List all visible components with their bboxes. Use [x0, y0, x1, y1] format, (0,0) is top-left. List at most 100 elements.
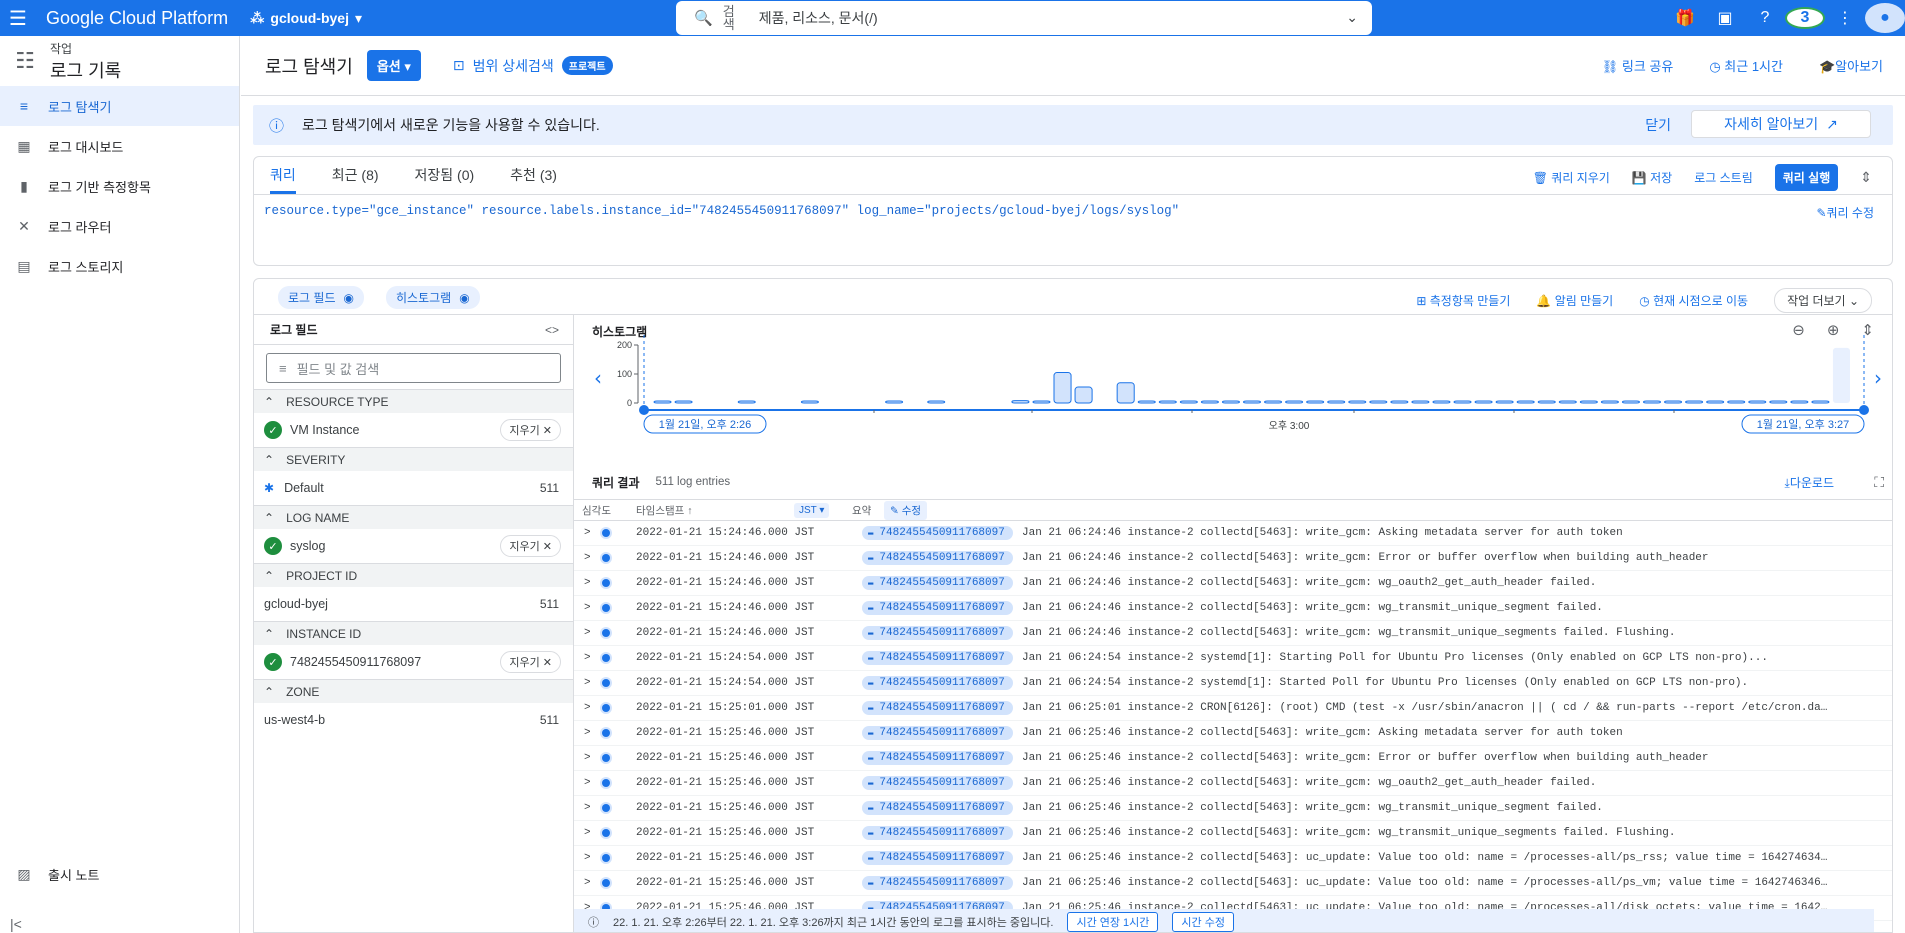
- histogram-bar[interactable]: [1600, 400, 1619, 404]
- range-end-handle[interactable]: [1859, 405, 1869, 415]
- histogram-bar[interactable]: [1285, 400, 1304, 404]
- more-actions-button[interactable]: 작업 더보기 ⌄: [1774, 288, 1872, 313]
- log-fields-toggle[interactable]: 로그 필드 ◉: [278, 286, 364, 309]
- project-selector[interactable]: ⁂ gcloud-byej ▾: [250, 10, 362, 27]
- histogram-bar[interactable]: [1769, 400, 1788, 404]
- instance-chip[interactable]: ▬ 7482455450911768097: [862, 576, 1013, 590]
- notifications-badge[interactable]: 3: [1785, 7, 1825, 29]
- edit-summary-button[interactable]: ✎ 수정: [884, 500, 928, 520]
- instance-chip[interactable]: ▬ 7482455450911768097: [862, 876, 1013, 890]
- histogram-bar[interactable]: [653, 400, 672, 404]
- timezone-selector[interactable]: JST ▾: [794, 502, 830, 518]
- histogram-bar[interactable]: [1642, 400, 1662, 404]
- chevron-right-icon[interactable]: >: [584, 652, 591, 664]
- chevron-right-icon[interactable]: >: [584, 552, 591, 564]
- histogram-bar[interactable]: [1137, 400, 1156, 404]
- chevron-right-icon[interactable]: >: [584, 802, 591, 814]
- histogram-bar[interactable]: [1264, 400, 1283, 404]
- log-row[interactable]: >2022-01-21 15:25:46.000 JST ▬ 74824554509…: [574, 821, 1892, 846]
- histogram-bar[interactable]: [1200, 400, 1219, 404]
- fullscreen-icon[interactable]: ⛶: [1874, 474, 1884, 491]
- histogram-bar[interactable]: [1158, 400, 1177, 404]
- edit-time-button[interactable]: 시간 수정: [1172, 911, 1234, 932]
- collapse-sidebar-icon[interactable]: |<: [10, 916, 22, 932]
- sidebar-item-logs-explorer[interactable]: ≡ 로그 탐색기: [0, 86, 239, 126]
- histogram-bar[interactable]: [1306, 400, 1325, 404]
- chevron-left-icon[interactable]: ‹: [594, 366, 602, 390]
- field-value-row[interactable]: ✓ syslog 지우기 ✕: [254, 529, 573, 563]
- log-row[interactable]: >2022-01-21 15:25:46.000 JST ▬ 74824554509…: [574, 721, 1892, 746]
- learn-more-button[interactable]: 자세히 알아보기 ↗: [1691, 110, 1871, 138]
- tab-saved[interactable]: 저장됨 (0): [415, 165, 475, 194]
- histogram-bar[interactable]: [1390, 400, 1409, 404]
- chevron-down-icon[interactable]: ⌄: [1346, 9, 1358, 26]
- histogram-toggle[interactable]: 히스토그램 ◉: [386, 286, 480, 309]
- field-section-header[interactable]: ⌃ SEVERITY: [254, 447, 573, 471]
- instance-chip[interactable]: ▬ 7482455450911768097: [862, 651, 1013, 665]
- extend-time-button[interactable]: 시간 연장 1시간: [1067, 911, 1159, 932]
- range-start-handle[interactable]: [639, 405, 649, 415]
- stream-logs-button[interactable]: 로그 스트림: [1694, 169, 1753, 186]
- log-row[interactable]: >2022-01-21 15:24:46.000 JST ▬ 74824554509…: [574, 621, 1892, 646]
- chevron-right-icon[interactable]: >: [584, 752, 591, 764]
- col-timestamp[interactable]: 타임스탬프 ↑: [636, 503, 692, 518]
- chevron-right-icon[interactable]: >: [584, 602, 591, 614]
- terminal-icon[interactable]: ▣: [1705, 8, 1745, 28]
- col-severity[interactable]: 심각도: [582, 503, 611, 518]
- search-input[interactable]: 제품, 리소스, 문서(/): [759, 8, 878, 28]
- histogram-bar[interactable]: [1369, 400, 1388, 404]
- field-section-header[interactable]: ⌃ PROJECT ID: [254, 563, 573, 587]
- code-icon[interactable]: <>: [545, 323, 559, 337]
- log-row[interactable]: >2022-01-21 15:24:46.000 JST ▬ 74824554509…: [574, 596, 1892, 621]
- sidebar-item-log-storage[interactable]: ▤ 로그 스토리지: [0, 246, 239, 286]
- sidebar-item-logs-dashboard[interactable]: ▦ 로그 대시보드: [0, 126, 239, 166]
- log-row[interactable]: >2022-01-21 15:24:46.000 JST ▬ 74824554509…: [574, 571, 1892, 596]
- download-button[interactable]: ⤓다운로드: [1785, 474, 1834, 491]
- search-bar[interactable]: 🔍 검색 제품, 리소스, 문서(/) ⌄: [676, 1, 1372, 35]
- chevron-right-icon[interactable]: >: [584, 577, 591, 589]
- instance-chip[interactable]: ▬ 7482455450911768097: [862, 751, 1013, 765]
- histogram-bar[interactable]: [1221, 400, 1240, 404]
- histogram-bar[interactable]: [1811, 400, 1830, 404]
- chevron-right-icon[interactable]: >: [584, 677, 591, 689]
- instance-chip[interactable]: ▬ 7482455450911768097: [862, 776, 1013, 790]
- create-metric-button[interactable]: ⊞ 측정항목 만들기: [1416, 292, 1510, 309]
- histogram-bar[interactable]: [1053, 372, 1072, 404]
- range-start-label[interactable]: 1월 21일, 오후 2:26: [643, 414, 767, 434]
- gift-icon[interactable]: 🎁: [1665, 8, 1705, 28]
- expand-icon[interactable]: ⇕: [1860, 169, 1872, 186]
- histogram-bar[interactable]: [1116, 382, 1135, 404]
- sidebar-item-release-notes[interactable]: ▨ 출시 노트: [0, 854, 239, 894]
- instance-chip[interactable]: ▬ 7482455450911768097: [862, 551, 1013, 565]
- instance-chip[interactable]: ▬ 7482455450911768097: [862, 826, 1013, 840]
- histogram-bar[interactable]: [1327, 400, 1346, 404]
- histogram-bar[interactable]: [885, 400, 904, 404]
- log-row[interactable]: >2022-01-21 15:25:46.000 JST ▬ 74824554509…: [574, 846, 1892, 871]
- field-section-header[interactable]: ⌃ RESOURCE TYPE: [254, 389, 573, 413]
- hamburger-menu-icon[interactable]: ☰: [0, 0, 36, 36]
- options-button[interactable]: 옵션 ▾: [366, 50, 421, 81]
- chevron-right-icon[interactable]: >: [584, 827, 591, 839]
- histogram-bar[interactable]: [674, 400, 693, 404]
- histogram-bar[interactable]: [800, 400, 819, 404]
- log-row[interactable]: >2022-01-21 15:25:46.000 JST ▬ 74824554509…: [574, 871, 1892, 896]
- field-value-row[interactable]: us-west4-b 511: [254, 703, 573, 737]
- instance-chip[interactable]: ▬ 7482455450911768097: [862, 701, 1013, 715]
- chevron-right-icon[interactable]: >: [584, 527, 591, 539]
- clear-filter-button[interactable]: 지우기 ✕: [500, 651, 561, 673]
- help-icon[interactable]: ?: [1745, 9, 1785, 27]
- histogram-bar[interactable]: [1474, 400, 1493, 404]
- create-alert-button[interactable]: 🔔 알림 만들기: [1536, 292, 1613, 309]
- log-row[interactable]: >2022-01-21 15:25:01.000 JST ▬ 74824554509…: [574, 696, 1892, 721]
- histogram-bar[interactable]: [1495, 400, 1514, 404]
- clear-filter-button[interactable]: 지우기 ✕: [500, 535, 561, 557]
- field-section-header[interactable]: ⌃ INSTANCE ID: [254, 621, 573, 645]
- chevron-right-icon[interactable]: ›: [1874, 366, 1882, 390]
- more-vert-icon[interactable]: ⋮: [1825, 8, 1865, 28]
- instance-chip[interactable]: ▬ 7482455450911768097: [862, 801, 1013, 815]
- jump-to-now-button[interactable]: ◷ 현재 시점으로 이동: [1639, 292, 1748, 309]
- histogram-chart[interactable]: 200 100 0 ‹ › 1월 21일, 오후 2:26 1월 21일, 오후 3:27 오…: [574, 315, 1893, 465]
- learn-button[interactable]: 🎓알아보기: [1819, 56, 1883, 75]
- histogram-bar[interactable]: [1537, 400, 1556, 404]
- histogram-bar[interactable]: [1242, 400, 1262, 404]
